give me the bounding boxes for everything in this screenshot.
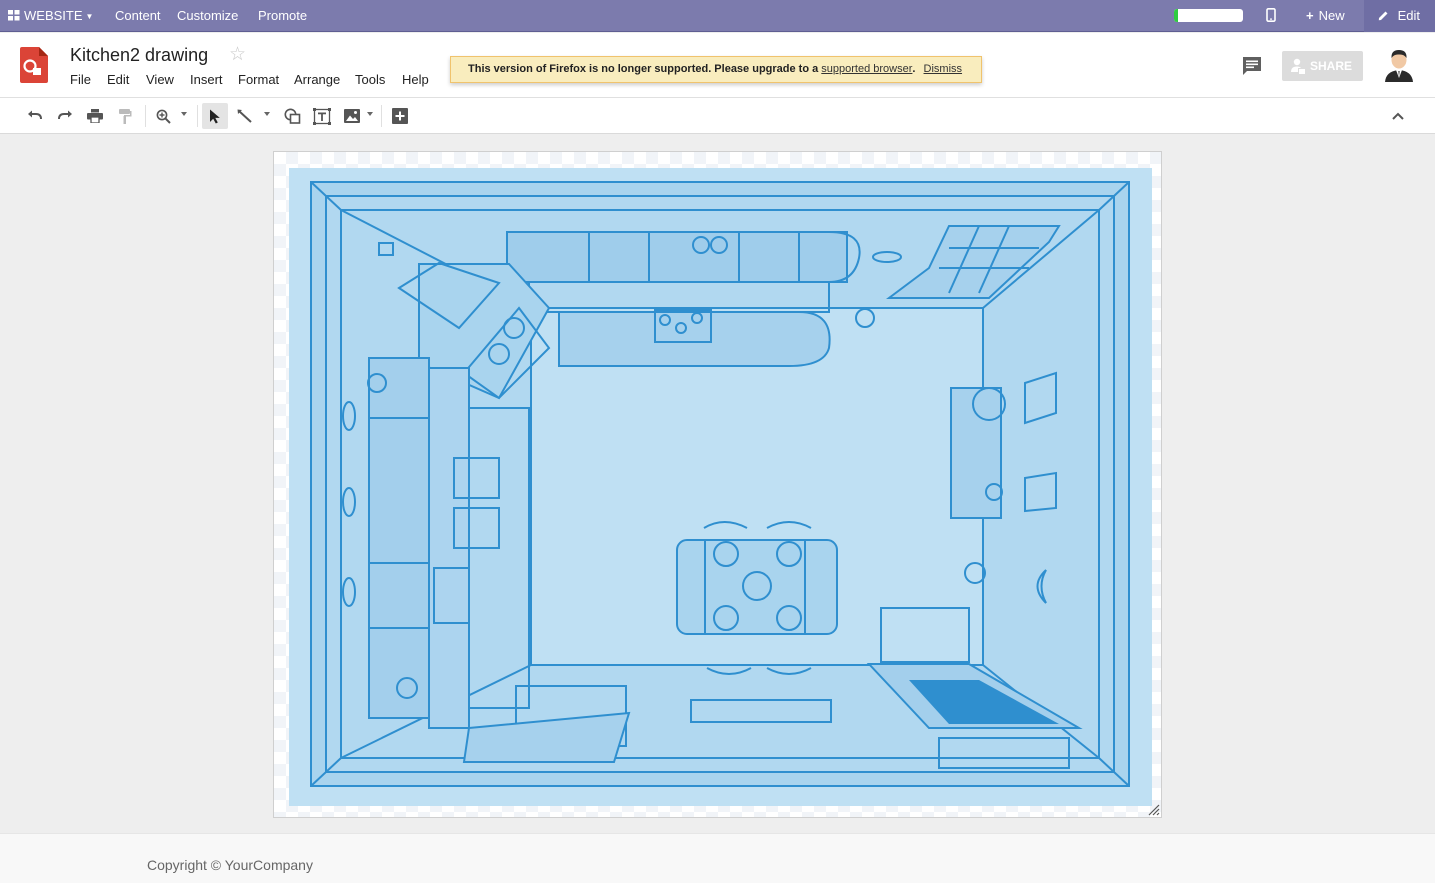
menu-help[interactable]: Help [402, 72, 429, 87]
drawing-toolbar [0, 98, 1435, 134]
redo-icon[interactable] [52, 103, 78, 129]
pencil-icon [1378, 8, 1393, 23]
copyright-text: Copyright © YourCompany [147, 857, 313, 873]
toolbar-divider [381, 105, 382, 127]
resize-handle-icon[interactable] [1146, 802, 1160, 816]
image-dropdown-caret-icon[interactable] [367, 112, 373, 116]
caret-down-icon: ▼ [85, 12, 94, 21]
comments-icon[interactable] [1240, 54, 1264, 78]
textbox-icon[interactable] [309, 103, 335, 129]
drawing-canvas[interactable] [273, 151, 1162, 818]
menu-arrange[interactable]: Arrange [294, 72, 340, 87]
share-button-label: SHARE [1310, 59, 1353, 73]
shape-icon[interactable] [279, 103, 305, 129]
website-menu-label: WEBSITE [24, 8, 83, 23]
zoom-icon[interactable] [150, 103, 176, 129]
line-icon[interactable] [232, 103, 258, 129]
progress-fill [1174, 9, 1179, 22]
progress-bar [1174, 9, 1243, 22]
print-icon[interactable] [82, 103, 108, 129]
menu-tools[interactable]: Tools [355, 72, 385, 87]
customize-menu[interactable]: Customize [177, 0, 238, 32]
new-button[interactable]: + New [1306, 0, 1345, 32]
paint-format-icon[interactable] [112, 103, 138, 129]
kitchen-blueprint-image[interactable] [289, 168, 1152, 806]
image-icon[interactable] [339, 103, 365, 129]
new-button-label: New [1318, 8, 1345, 23]
menu-insert[interactable]: Insert [190, 72, 223, 87]
person-lock-icon [1291, 58, 1305, 74]
mobile-icon [1266, 8, 1276, 23]
menu-format[interactable]: Format [238, 72, 279, 87]
admin-topbar: WEBSITE ▼ Content Customize Promote + New … [0, 0, 1435, 32]
notice-period: . [912, 63, 916, 75]
unsupported-browser-notice: This version of Firefox is no longer sup… [450, 56, 982, 83]
document-title[interactable]: Kitchen2 drawing [70, 45, 208, 66]
drawings-logo-icon[interactable] [20, 47, 48, 83]
zoom-dropdown-caret-icon[interactable] [181, 112, 187, 116]
menu-view[interactable]: View [146, 72, 174, 87]
supported-browser-link[interactable]: supported browser [821, 63, 912, 75]
star-icon[interactable]: ☆ [229, 43, 246, 66]
menu-edit[interactable]: Edit [107, 72, 129, 87]
toolbar-divider [145, 105, 146, 127]
apps-grid-icon [8, 1, 20, 32]
select-icon[interactable] [202, 103, 228, 129]
collapse-icon[interactable] [1385, 103, 1411, 129]
content-menu[interactable]: Content [115, 0, 161, 32]
share-button[interactable]: SHARE [1282, 51, 1363, 81]
promote-menu[interactable]: Promote [258, 0, 307, 32]
line-dropdown-caret-icon[interactable] [264, 112, 270, 116]
edit-button[interactable]: Edit [1378, 0, 1420, 32]
plus-icon: + [1306, 8, 1314, 23]
avatar[interactable] [1382, 46, 1416, 82]
mobile-preview-button[interactable] [1266, 0, 1276, 32]
doc-header: Kitchen2 drawing ☆ File Edit View Insert… [0, 33, 1435, 98]
page-footer: Copyright © YourCompany [0, 833, 1435, 883]
website-menu[interactable]: WEBSITE ▼ [8, 0, 93, 32]
notice-text: This version of Firefox is no longer sup… [468, 63, 819, 75]
toolbar-divider [197, 105, 198, 127]
edit-button-label: Edit [1397, 8, 1421, 23]
menu-file[interactable]: File [70, 72, 91, 87]
add-comment-icon[interactable] [387, 103, 413, 129]
dismiss-link[interactable]: Dismiss [924, 63, 963, 75]
undo-icon[interactable] [22, 103, 48, 129]
